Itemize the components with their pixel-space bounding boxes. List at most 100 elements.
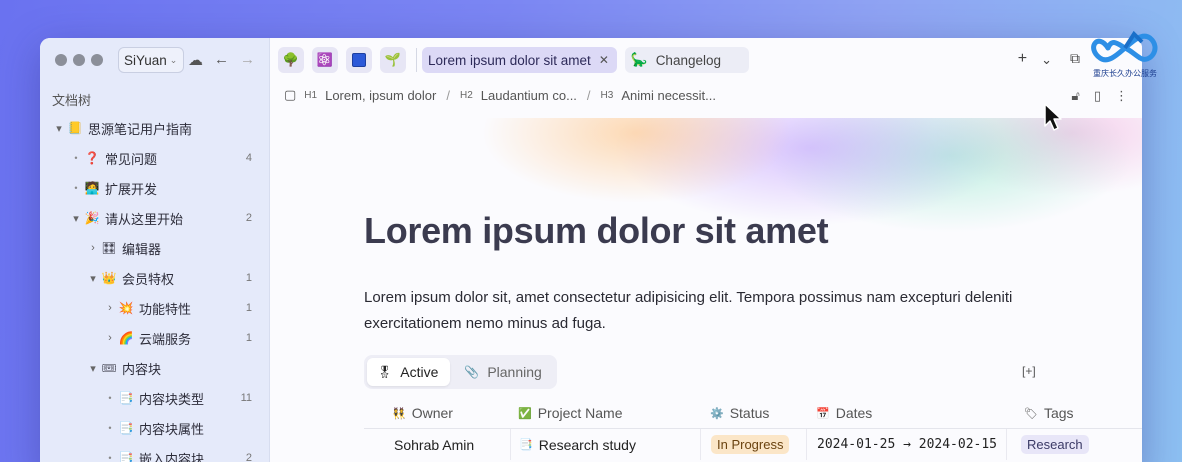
table-row[interactable]: Sohrab Amin 📑 Research study In Progress…: [364, 429, 1142, 460]
sidebar-item-label: 内容块类型: [139, 391, 205, 407]
seedling-emoji-icon[interactable]: 🌱: [380, 47, 406, 73]
doc-paragraph[interactable]: Lorem ipsum dolor sit, amet consectetur …: [364, 285, 1054, 337]
forward-arrow-icon[interactable]: →: [240, 51, 255, 69]
sidebar-item[interactable]: › 🌈 云端服务 1: [40, 323, 270, 353]
tab-changelog[interactable]: 🦕 Changelog: [624, 47, 749, 73]
close-icon[interactable]: ✕: [599, 53, 609, 67]
tag-badge: Research: [1021, 435, 1089, 454]
plus-icon[interactable]: +: [1018, 50, 1027, 68]
document-icon: 📑: [519, 439, 533, 451]
breadcrumb-item[interactable]: Laudantium co...: [481, 88, 577, 103]
chevron-down-icon[interactable]: ⌄: [1041, 52, 1052, 68]
status-cell[interactable]: In Progress: [700, 429, 806, 460]
tab-lorem-ipsum[interactable]: Lorem ipsum dolor sit amet ✕: [422, 47, 617, 73]
sidebar-item[interactable]: • 📑 嵌入内容块 2: [40, 443, 270, 462]
tab-bar: 🌳 ⚛️ 🌱 Lorem ipsum dolor sit amet ✕ 🦕 Ch…: [270, 38, 1142, 82]
close-window-button[interactable]: [55, 54, 67, 66]
tree-emoji-icon[interactable]: 🌳: [278, 47, 304, 73]
chevron-down-icon: ⌄: [169, 54, 178, 65]
back-arrow-icon[interactable]: ←: [214, 51, 229, 69]
sidebar-item[interactable]: › 🎛 编辑器: [40, 233, 270, 263]
owner-cell[interactable]: Sohrab Amin: [364, 429, 510, 460]
sidebar-item-count: 4: [245, 152, 252, 164]
tags-cell[interactable]: Research: [1006, 429, 1142, 460]
chevron-down-icon[interactable]: ▾: [86, 272, 100, 285]
chevron-right-icon[interactable]: ›: [103, 302, 117, 314]
document-icon[interactable]: ▢: [284, 87, 296, 103]
cloud-sync-icon[interactable]: ☁: [188, 51, 203, 69]
bullet-icon[interactable]: •: [103, 393, 117, 403]
gear-icon: ⚙️: [710, 407, 724, 420]
database-table: 👯 Owner ✅ Project Name ⚙️ Status 📅 Dates…: [364, 398, 1142, 460]
sidebar-item[interactable]: • ❓ 常见问题 4: [40, 143, 270, 173]
column-owner[interactable]: 👯 Owner: [364, 398, 510, 428]
bullet-icon[interactable]: •: [69, 183, 83, 193]
code-brackets-icon[interactable]: [+]: [1022, 364, 1036, 378]
column-project-name[interactable]: ✅ Project Name: [510, 398, 700, 428]
bullet-icon[interactable]: •: [103, 423, 117, 433]
infinity-logo-icon: [1091, 30, 1158, 63]
sidebar-item-label: 常见问题: [105, 151, 158, 167]
chevron-down-icon[interactable]: ▾: [69, 212, 83, 225]
logo-text: 重庆长久办公服务: [1093, 69, 1157, 78]
blue-square-icon[interactable]: [346, 47, 372, 73]
sidebar-item-count: 2: [245, 452, 252, 462]
sidebar-item[interactable]: • 📑 内容块类型 11: [40, 383, 270, 413]
puzzle-icon[interactable]: ⧉: [1070, 50, 1080, 67]
file-icon[interactable]: ▯: [1094, 88, 1101, 104]
sidebar-item-label: 思源笔记用户指南: [88, 121, 193, 137]
bullet-icon[interactable]: •: [69, 153, 83, 163]
dates-cell[interactable]: 2024-01-25 → 2024-02-15: [806, 429, 1006, 460]
page-title[interactable]: Lorem ipsum dolor sit amet: [364, 210, 829, 252]
doc-emoji-icon: 🎛: [101, 241, 117, 255]
project-cell[interactable]: 📑 Research study: [510, 429, 700, 460]
sidebar-item-count: 11: [240, 392, 252, 404]
heading-level-icon: H3: [600, 89, 614, 101]
chevron-down-icon[interactable]: ▾: [52, 122, 66, 135]
maximize-window-button[interactable]: [91, 54, 103, 66]
window-controls: [55, 54, 103, 66]
tag-icon: 🏷: [1024, 407, 1038, 420]
sidebar-item[interactable]: • 🧑‍💻 扩展开发: [40, 173, 270, 203]
sidebar: SiYuan ⌄ ☁ ← → 文档树 ▾ 📒 思源笔记用户指南 • ❓ 常见问题 4 • 🧑‍💻…: [40, 38, 270, 462]
doc-emoji-icon: 💥: [118, 301, 134, 315]
breadcrumb-item[interactable]: Lorem, ipsum dolor: [325, 88, 436, 103]
atom-emoji-icon[interactable]: ⚛️: [312, 47, 338, 73]
column-status[interactable]: ⚙️ Status: [700, 398, 806, 428]
view-tab-planning[interactable]: 📎 Planning: [454, 358, 553, 386]
sidebar-item-count: 2: [245, 212, 252, 224]
table-header: 👯 Owner ✅ Project Name ⚙️ Status 📅 Dates…: [364, 398, 1142, 429]
sidebar-item[interactable]: ▾ 👑 会员特权 1: [40, 263, 270, 293]
doc-tree: ▾ 📒 思源笔记用户指南 • ❓ 常见问题 4 • 🧑‍💻 扩展开发 ▾ 🎉 请从这里开始 2 › 🎛 编辑器 ▾…: [40, 113, 270, 462]
dinosaur-emoji-icon: 🦕: [630, 52, 648, 67]
more-vertical-icon[interactable]: ⋮: [1115, 88, 1128, 104]
status-badge: In Progress: [711, 435, 790, 454]
sidebar-item-label: 扩展开发: [105, 181, 158, 197]
sidebar-item-label: 云端服务: [139, 331, 192, 347]
breadcrumb-item[interactable]: Animi necessit...: [621, 88, 716, 103]
sidebar-item[interactable]: ▾ 🎉 请从这里开始 2: [40, 203, 270, 233]
column-dates[interactable]: 📅 Dates: [806, 398, 1006, 428]
chevron-right-icon[interactable]: ›: [86, 242, 100, 254]
doc-emoji-icon: ❓: [84, 151, 100, 165]
editor-area: 🌳 ⚛️ 🌱 Lorem ipsum dolor sit amet ✕ 🦕 Ch…: [270, 38, 1142, 462]
workspace-button[interactable]: SiYuan ⌄: [118, 47, 185, 73]
chevron-right-icon[interactable]: ›: [103, 332, 117, 344]
sidebar-item-label: 内容块属性: [139, 421, 205, 437]
sidebar-item[interactable]: ▾ 📒 思源笔记用户指南: [40, 113, 270, 143]
minimize-window-button[interactable]: [73, 54, 85, 66]
tab-actions: + ⌄: [1018, 50, 1052, 68]
column-tags[interactable]: 🏷 Tags: [1006, 398, 1142, 428]
medal-icon: 🎖: [377, 365, 393, 379]
unlock-icon[interactable]: 🔓︎: [1071, 88, 1079, 104]
people-icon: 👯: [392, 407, 406, 420]
sidebar-item[interactable]: • 📑 内容块属性: [40, 413, 270, 443]
sidebar-item[interactable]: › 💥 功能特性 1: [40, 293, 270, 323]
bullet-icon[interactable]: •: [103, 453, 117, 462]
workspace-name: SiYuan: [124, 52, 167, 68]
company-logo: 重庆长久办公服务: [1090, 28, 1160, 79]
sidebar-toolbar: ☁ ← →: [188, 51, 255, 69]
chevron-down-icon[interactable]: ▾: [86, 362, 100, 375]
sidebar-item[interactable]: ▾ 🎟 内容块: [40, 353, 270, 383]
view-tab-active[interactable]: 🎖 Active: [367, 358, 451, 386]
